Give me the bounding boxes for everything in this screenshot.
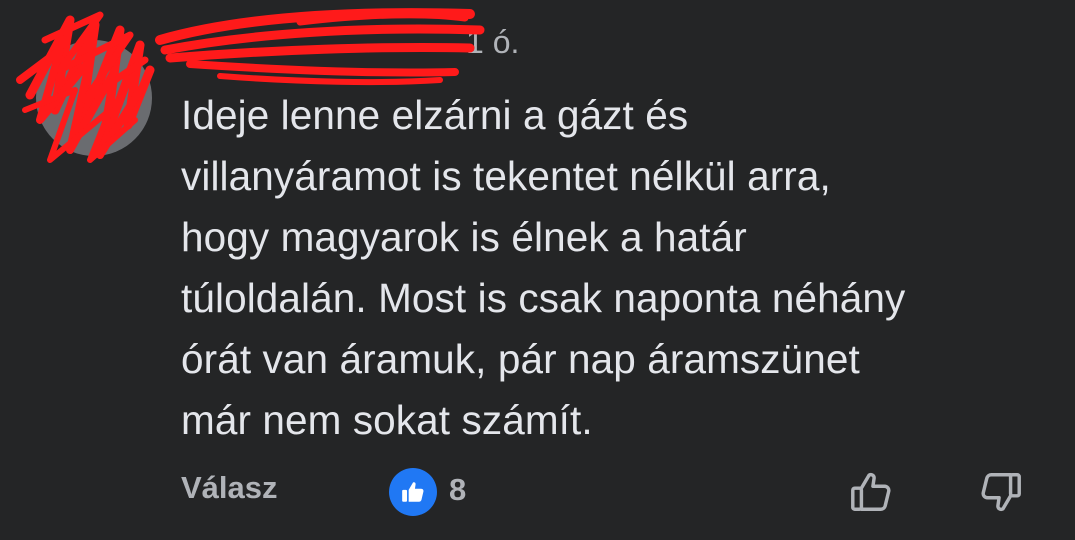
comment-body: Ideje lenne elzárni a gázt és villanyára… [181, 85, 1061, 451]
upvote-button[interactable] [845, 466, 897, 518]
like-icon [402, 482, 424, 502]
downvote-button[interactable] [975, 466, 1027, 518]
comment-line: órát van áramuk, pár nap áramszünet [181, 336, 860, 382]
reaction-count[interactable]: 8 [449, 472, 466, 508]
comment-line: már nem sokat számít. [181, 397, 593, 443]
comment-line: villanyáramot is tekentet nélkül arra, [181, 153, 831, 199]
reply-button[interactable]: Válasz [181, 470, 278, 506]
avatar[interactable] [36, 40, 152, 156]
comment-timestamp[interactable]: 1 ó. [466, 24, 519, 61]
thumbs-down-outline-icon [981, 473, 1021, 512]
comment: 1 ó. Ideje lenne elzárni a gázt és villa… [0, 0, 1075, 540]
thumbs-up-outline-icon [851, 472, 891, 511]
like-reaction-badge[interactable] [389, 468, 437, 516]
comment-line: Ideje lenne elzárni a gázt és [181, 92, 689, 138]
comment-line: hogy magyarok is élnek a határ [181, 214, 747, 260]
comment-line: túloldalán. Most is csak naponta néhány [181, 275, 906, 321]
